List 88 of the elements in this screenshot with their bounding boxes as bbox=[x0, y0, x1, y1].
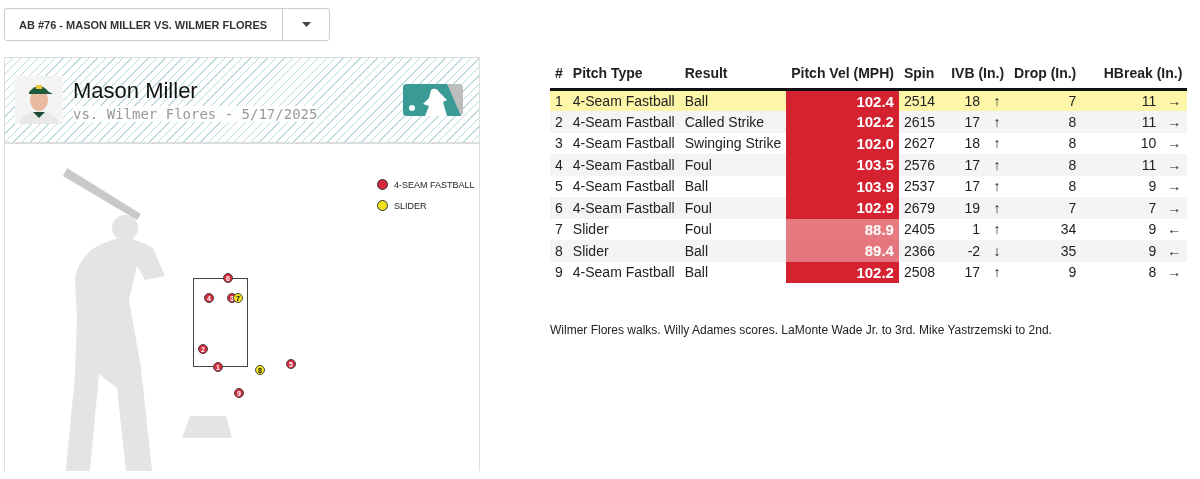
arrow-cell: → bbox=[1161, 154, 1188, 176]
table-cell: 8 bbox=[1009, 175, 1082, 197]
velocity-cell: 102.2 bbox=[786, 111, 899, 133]
at-bat-select[interactable]: AB #76 - MASON MILLER VS. WILMER FLORES bbox=[4, 8, 330, 41]
table-cell: 34 bbox=[1009, 218, 1082, 240]
arrow-cell: ↓ bbox=[985, 240, 1010, 262]
matchup-text: vs. Wilmer Flores - 5/17/2025 bbox=[73, 106, 318, 122]
arrow-cell: ← bbox=[1161, 218, 1188, 240]
pitch-row[interactable]: 5 4-Seam Fastball Ball 103.9 2537 17 ↑ 8 9 → bbox=[550, 175, 1188, 197]
home-plate-icon bbox=[182, 416, 232, 439]
table-cell: 1 bbox=[550, 89, 568, 111]
table-cell: 7 bbox=[1009, 89, 1082, 111]
pitcher-name: Mason Miller bbox=[73, 78, 199, 104]
table-cell: 1 bbox=[940, 218, 986, 240]
table-cell: -2 bbox=[940, 240, 986, 262]
arrow-cell: ↑ bbox=[985, 132, 1010, 154]
table-cell: 17 bbox=[940, 154, 986, 176]
pitch-row[interactable]: 1 4-Seam Fastball Ball 102.4 2514 18 ↑ 7 11 → bbox=[550, 89, 1188, 111]
table-cell: 8 bbox=[1009, 154, 1082, 176]
arrow-cell: ↑ bbox=[985, 218, 1010, 240]
pitch-row[interactable]: 6 4-Seam Fastball Foul 102.9 2679 19 ↑ 7 7 → bbox=[550, 197, 1188, 219]
table-cell: 4-Seam Fastball bbox=[567, 154, 680, 176]
table-cell: 8 bbox=[1009, 132, 1082, 154]
velocity-cell: 102.2 bbox=[786, 261, 899, 283]
table-cell: 2 bbox=[550, 111, 568, 133]
table-cell: 6 bbox=[550, 197, 568, 219]
select-value: AB #76 - MASON MILLER VS. WILMER FLORES bbox=[18, 18, 269, 31]
table-cell: 8 bbox=[1009, 111, 1082, 133]
pitch-row[interactable]: 4 4-Seam Fastball Foul 103.5 2576 17 ↑ 8 11 → bbox=[550, 154, 1188, 176]
pitch-row[interactable]: 3 4-Seam Fastball Swinging Strike 102.0 2627 18 ↑ 8 10 → bbox=[550, 132, 1188, 154]
pitch-row[interactable]: 2 4-Seam Fastball Called Strike 102.2 2615 17 ↑ 8 11 → bbox=[550, 111, 1188, 133]
table-cell: 4-Seam Fastball bbox=[567, 111, 680, 133]
table-cell: 10 bbox=[1081, 132, 1162, 154]
table-cell: 9 bbox=[1081, 175, 1162, 197]
table-cell: 3 bbox=[550, 132, 568, 154]
arrow-cell: → bbox=[1161, 197, 1188, 219]
pitch-row[interactable]: 8 Slider Ball 89.4 2366 -2 ↓ 35 9 ← bbox=[550, 240, 1188, 262]
league-logo-icon bbox=[403, 84, 463, 116]
arrow-cell: → bbox=[1161, 175, 1188, 197]
table-cell: 11 bbox=[1081, 154, 1162, 176]
velocity-cell: 103.9 bbox=[786, 175, 899, 197]
velocity-cell: 102.0 bbox=[786, 132, 899, 154]
arrow-cell: ↑ bbox=[985, 111, 1010, 133]
play-summary: Wilmer Flores walks. Willy Adames scores. LaMonte Wade Jr. to 3rd. Mike Yastrzemski to 2nd. bbox=[550, 323, 1053, 337]
legend-label: SLIDER bbox=[394, 200, 427, 211]
table-cell: 18 bbox=[940, 89, 986, 111]
table-cell: 5 bbox=[550, 175, 568, 197]
table-cell: 8 bbox=[550, 240, 568, 262]
table-cell: 9 bbox=[1081, 240, 1162, 262]
table-cell: Foul bbox=[679, 197, 787, 219]
legend-label: 4-SEAM FASTBALL bbox=[394, 179, 475, 190]
table-cell: 17 bbox=[940, 175, 986, 197]
table-cell: 7 bbox=[550, 218, 568, 240]
velocity-cell: 89.4 bbox=[786, 240, 899, 262]
table-cell: 11 bbox=[1081, 89, 1162, 111]
velocity-cell: 103.5 bbox=[786, 154, 899, 176]
table-cell: 2679 bbox=[898, 197, 941, 219]
velocity-cell: 88.9 bbox=[786, 218, 899, 240]
table-cell: Called Strike bbox=[679, 111, 787, 133]
table-cell: 9 bbox=[1081, 218, 1162, 240]
arrow-cell: ↑ bbox=[985, 154, 1010, 176]
velocity-cell: 102.4 bbox=[786, 89, 899, 111]
table-cell: 7 bbox=[1081, 197, 1162, 219]
table-cell: 19 bbox=[940, 197, 986, 219]
table-cell: 4-Seam Fastball bbox=[567, 197, 680, 219]
arrow-cell: → bbox=[1161, 89, 1188, 111]
pitch-row[interactable]: 9 4-Seam Fastball Ball 102.2 2508 17 ↑ 9 8 → bbox=[550, 261, 1188, 283]
table-cell: Foul bbox=[679, 154, 787, 176]
table-cell: Ball bbox=[679, 240, 787, 262]
arrow-cell: → bbox=[1161, 132, 1188, 154]
velocity-cell: 102.9 bbox=[786, 197, 899, 219]
table-cell: Slider bbox=[567, 240, 680, 262]
table-cell: 2615 bbox=[898, 111, 941, 133]
table-cell: 11 bbox=[1081, 111, 1162, 133]
table-cell: 2366 bbox=[898, 240, 941, 262]
table-cell: 2576 bbox=[898, 154, 941, 176]
arrow-cell: ↑ bbox=[985, 175, 1010, 197]
arrow-cell: ↑ bbox=[985, 197, 1010, 219]
table-cell: 7 bbox=[1009, 197, 1082, 219]
table-cell: 17 bbox=[940, 111, 986, 133]
table-cell: 35 bbox=[1009, 240, 1082, 262]
caret-icon bbox=[301, 22, 311, 27]
table-cell: 4 bbox=[550, 154, 568, 176]
arrow-cell: ↑ bbox=[985, 89, 1010, 111]
arrow-cell: → bbox=[1161, 111, 1188, 133]
table-cell: 18 bbox=[940, 132, 986, 154]
arrow-cell: ← bbox=[1161, 240, 1188, 262]
pitch-row[interactable]: 7 Slider Foul 88.9 2405 1 ↑ 34 9 ← bbox=[550, 218, 1188, 240]
